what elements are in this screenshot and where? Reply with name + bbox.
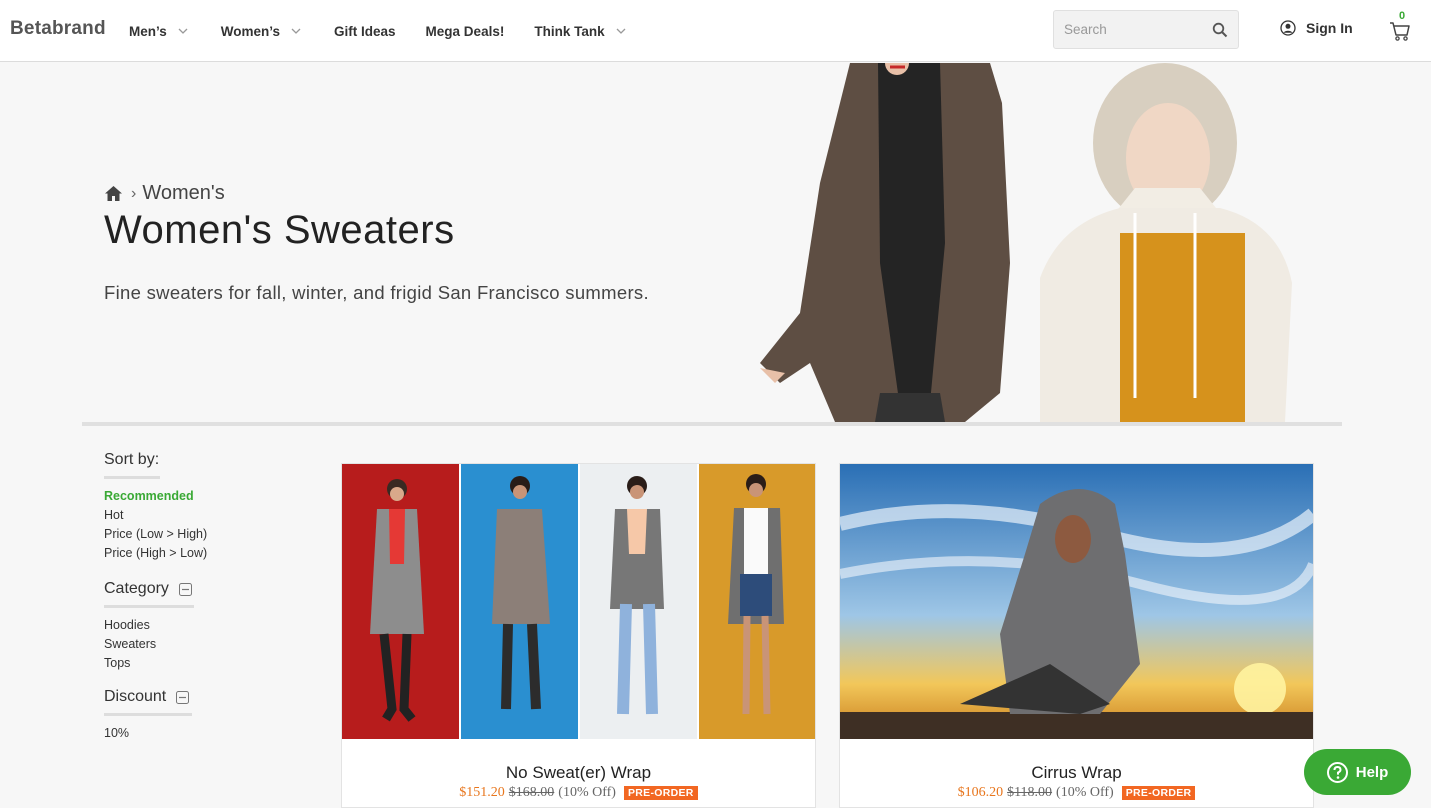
sign-in-label: Sign In bbox=[1306, 20, 1353, 36]
discount-text: (10% Off) bbox=[1056, 785, 1114, 800]
filters-sidebar: Sort by: Recommended Hot Price (Low > Hi… bbox=[104, 450, 324, 743]
sort-option-hot[interactable]: Hot bbox=[104, 506, 324, 525]
home-icon[interactable] bbox=[104, 185, 123, 202]
main-nav: Men’s Women’s Gift Ideas Mega Deals! Thi… bbox=[129, 0, 659, 62]
discount-label: Discount bbox=[104, 688, 167, 705]
sale-price: $106.20 bbox=[957, 785, 1004, 800]
sort-option-price-high-low[interactable]: Price (High > Low) bbox=[104, 544, 324, 563]
sort-by-label: Sort by: bbox=[104, 451, 160, 468]
discount-option-10[interactable]: 10% bbox=[104, 724, 324, 743]
nav-womens-label: Women’s bbox=[220, 23, 281, 39]
discount-title: Discount bbox=[104, 687, 324, 707]
nav-mega-deals[interactable]: Mega Deals! bbox=[426, 24, 505, 39]
sort-by-title: Sort by: bbox=[104, 450, 324, 470]
sort-option-recommended[interactable]: Recommended bbox=[104, 487, 324, 506]
sort-option-price-low-high[interactable]: Price (Low > High) bbox=[104, 525, 324, 544]
original-price: $168.00 bbox=[508, 785, 555, 800]
nav-gift-ideas[interactable]: Gift Ideas bbox=[334, 24, 396, 39]
hero-banner: › Women's Women's Sweaters Fine sweaters… bbox=[0, 63, 1431, 423]
nav-mens[interactable]: Men’s bbox=[129, 23, 191, 39]
user-icon bbox=[1280, 20, 1296, 36]
product-card[interactable]: Cirrus Wrap $106.20 $118.00 (10% Off) PR… bbox=[839, 463, 1314, 808]
breadcrumb: › Women's bbox=[104, 182, 225, 205]
search-box bbox=[1053, 10, 1239, 49]
collapse-icon[interactable] bbox=[178, 582, 192, 596]
product-image[interactable] bbox=[840, 464, 1313, 739]
chevron-down-icon bbox=[178, 28, 188, 34]
nav-mens-label: Men’s bbox=[129, 23, 167, 39]
preorder-badge: PRE-ORDER bbox=[623, 786, 698, 800]
top-header: Betabrand Men’s Women’s Gift Ideas Mega … bbox=[0, 0, 1431, 62]
preorder-badge: PRE-ORDER bbox=[1121, 786, 1196, 800]
divider bbox=[104, 476, 160, 479]
product-name[interactable]: No Sweat(er) Wrap bbox=[342, 763, 815, 783]
divider bbox=[104, 605, 194, 608]
chevron-down-icon bbox=[291, 28, 301, 34]
search-input[interactable] bbox=[1054, 11, 1204, 48]
original-price: $118.00 bbox=[1007, 785, 1053, 800]
breadcrumb-womens[interactable]: Women's bbox=[142, 182, 224, 205]
category-option-sweaters[interactable]: Sweaters bbox=[104, 635, 324, 654]
hero-image bbox=[760, 63, 1292, 422]
hero-divider bbox=[82, 422, 1342, 426]
question-icon bbox=[1326, 761, 1348, 783]
betabrand-logo[interactable]: Betabrand bbox=[10, 18, 106, 40]
price-row: $151.20 $168.00 (10% Off) PRE-ORDER bbox=[342, 785, 815, 801]
help-label: Help bbox=[1355, 763, 1389, 781]
product-name[interactable]: Cirrus Wrap bbox=[840, 763, 1313, 783]
discount-text: (10% Off) bbox=[558, 785, 616, 800]
nav-think-tank[interactable]: Think Tank bbox=[534, 23, 628, 39]
cart-icon[interactable] bbox=[1389, 18, 1411, 42]
help-button[interactable]: Help bbox=[1304, 749, 1411, 795]
nav-womens[interactable]: Women’s bbox=[221, 23, 304, 39]
divider bbox=[104, 713, 192, 716]
nav-gift-ideas-label: Gift Ideas bbox=[334, 23, 396, 39]
chevron-down-icon bbox=[616, 28, 626, 34]
nav-think-tank-label: Think Tank bbox=[534, 23, 605, 39]
product-image[interactable] bbox=[342, 464, 815, 739]
page-title: Women's Sweaters bbox=[104, 208, 455, 252]
product-card[interactable]: No Sweat(er) Wrap $151.20 $168.00 (10% O… bbox=[341, 463, 816, 808]
page-description: Fine sweaters for fall, winter, and frig… bbox=[104, 282, 649, 303]
category-option-tops[interactable]: Tops bbox=[104, 654, 324, 673]
category-title: Category bbox=[104, 579, 324, 599]
sale-price: $151.20 bbox=[459, 785, 505, 800]
collapse-icon[interactable] bbox=[176, 690, 190, 704]
nav-mega-deals-label: Mega Deals! bbox=[425, 23, 505, 39]
category-label: Category bbox=[104, 580, 169, 597]
sign-in-link[interactable]: Sign In bbox=[1280, 20, 1353, 36]
search-icon[interactable] bbox=[1212, 22, 1228, 38]
category-option-hoodies[interactable]: Hoodies bbox=[104, 616, 324, 635]
breadcrumb-separator: › bbox=[131, 184, 137, 202]
price-row: $106.20 $118.00 (10% Off) PRE-ORDER bbox=[840, 785, 1313, 801]
